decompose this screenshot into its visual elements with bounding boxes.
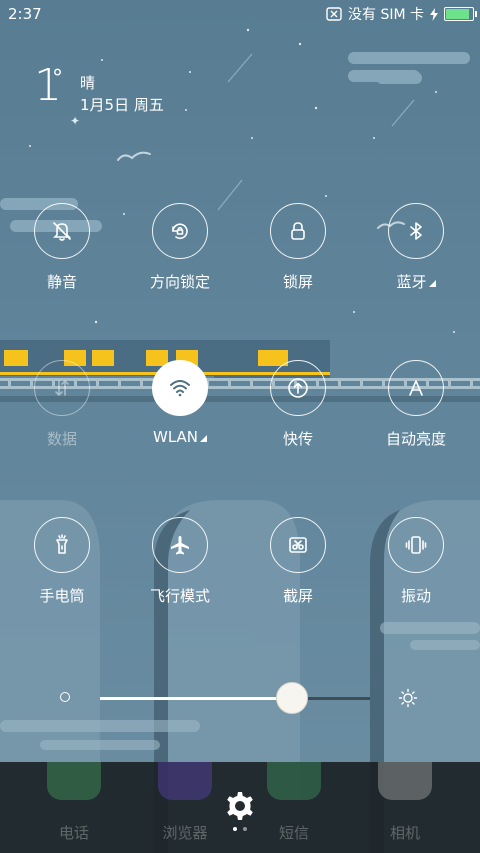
- toggle-label: 振动: [400, 587, 431, 605]
- auto-brightness-icon: [409, 380, 423, 396]
- page-indicator: [233, 827, 247, 831]
- toggle-auto-brightness-button[interactable]: [388, 360, 444, 416]
- lock-icon: [291, 222, 305, 240]
- toggle-rotation-lock-button[interactable]: [152, 203, 208, 259]
- toggle-label: 锁屏: [282, 273, 313, 291]
- airplane-icon: [171, 536, 189, 555]
- brightness-low-icon: [60, 692, 70, 702]
- page-dot: [233, 827, 237, 831]
- charging-icon: [430, 7, 438, 21]
- battery-icon: [444, 7, 477, 21]
- sms-icon: [267, 762, 321, 800]
- toggle-wlan[interactable]: WLAN: [125, 360, 235, 446]
- dock-app-label: 相机: [389, 824, 420, 842]
- dock-app-label: 浏览器: [162, 824, 208, 842]
- sim-status-text: 没有 SIM 卡: [348, 7, 424, 23]
- brightness-slider[interactable]: [56, 676, 426, 720]
- toggle-label: 快传: [282, 430, 313, 448]
- toggle-screenshot[interactable]: 截屏: [243, 517, 353, 606]
- page-dot: [243, 827, 247, 831]
- bluetooth-icon: [410, 222, 422, 240]
- toggle-label: 蓝牙: [396, 273, 427, 291]
- toggle-screenshot-button[interactable]: [270, 517, 326, 573]
- toggle-flashlight-button[interactable]: [34, 517, 90, 573]
- toggle-label: 飞行模式: [149, 587, 210, 605]
- toggle-mobile-data[interactable]: 数据: [7, 360, 117, 449]
- toggle-flashlight[interactable]: 手电筒: [7, 517, 117, 606]
- weather-condition: 晴: [80, 74, 96, 92]
- vibrate-icon: [405, 536, 427, 554]
- more-options-indicator: [200, 435, 207, 442]
- toggle-vibrate-button[interactable]: [388, 517, 444, 573]
- toggle-vibrate[interactable]: 振动: [361, 517, 471, 606]
- toggle-label: 方向锁定: [149, 273, 210, 291]
- weather-widget: 1 ° 晴 1月5日 周五: [34, 64, 164, 115]
- mobile-data-icon: [55, 379, 69, 397]
- dock-app-label: 电话: [58, 824, 89, 842]
- camera-icon: [378, 762, 432, 800]
- temperature-unit: °: [52, 66, 63, 91]
- dock-app-label: 短信: [278, 824, 309, 842]
- toggle-mute[interactable]: 静音: [7, 203, 117, 292]
- toggle-quick-share[interactable]: 快传: [243, 360, 353, 449]
- toggle-mute-button[interactable]: [34, 203, 90, 259]
- toggle-lock-screen[interactable]: 锁屏: [243, 203, 353, 292]
- weather-date: 1月5日 周五: [80, 96, 164, 114]
- toggle-lock-screen-button[interactable]: [270, 203, 326, 259]
- phone-icon: [47, 762, 101, 800]
- toggle-label: 截屏: [282, 587, 313, 605]
- toggle-label: 数据: [46, 430, 77, 448]
- status-time: 2:37: [8, 5, 42, 23]
- browser-icon: [158, 762, 212, 800]
- toggle-rotation-lock[interactable]: 方向锁定: [125, 203, 235, 292]
- brightness-high-icon: [398, 688, 418, 708]
- toggle-bluetooth-button[interactable]: [388, 203, 444, 259]
- brightness-thumb[interactable]: [276, 682, 308, 714]
- no-sim-icon: [326, 7, 342, 21]
- svg-text:✦: ✦: [70, 114, 80, 128]
- toggle-mobile-data-button[interactable]: [34, 360, 90, 416]
- settings-gear-icon[interactable]: [224, 790, 256, 822]
- flashlight-icon: [56, 534, 68, 554]
- screenshot-icon: [289, 537, 307, 553]
- toggle-quick-share-button[interactable]: [270, 360, 326, 416]
- status-indicators: 没有 SIM 卡: [326, 4, 477, 24]
- wifi-icon: [170, 380, 190, 397]
- toggle-auto-brightness[interactable]: 自动亮度: [361, 360, 471, 449]
- toggle-wlan-button[interactable]: [152, 360, 208, 416]
- toggle-label: 静音: [46, 273, 77, 291]
- rotation-lock-icon: [172, 223, 188, 240]
- more-options-indicator: [428, 280, 436, 287]
- toggle-airplane-mode[interactable]: 飞行模式: [125, 517, 235, 606]
- toggle-airplane-mode-button[interactable]: [152, 517, 208, 573]
- toggle-label: WLAN: [152, 428, 198, 446]
- toggle-bluetooth[interactable]: 蓝牙: [361, 203, 471, 292]
- brightness-track[interactable]: [100, 697, 370, 700]
- toggle-label: 手电筒: [39, 587, 85, 605]
- quick-share-icon: [288, 378, 308, 398]
- brightness-fill: [100, 697, 292, 700]
- status-bar: 2:37 没有 SIM 卡: [0, 0, 480, 28]
- bell-off-icon: [53, 222, 71, 241]
- toggle-label: 自动亮度: [385, 430, 446, 448]
